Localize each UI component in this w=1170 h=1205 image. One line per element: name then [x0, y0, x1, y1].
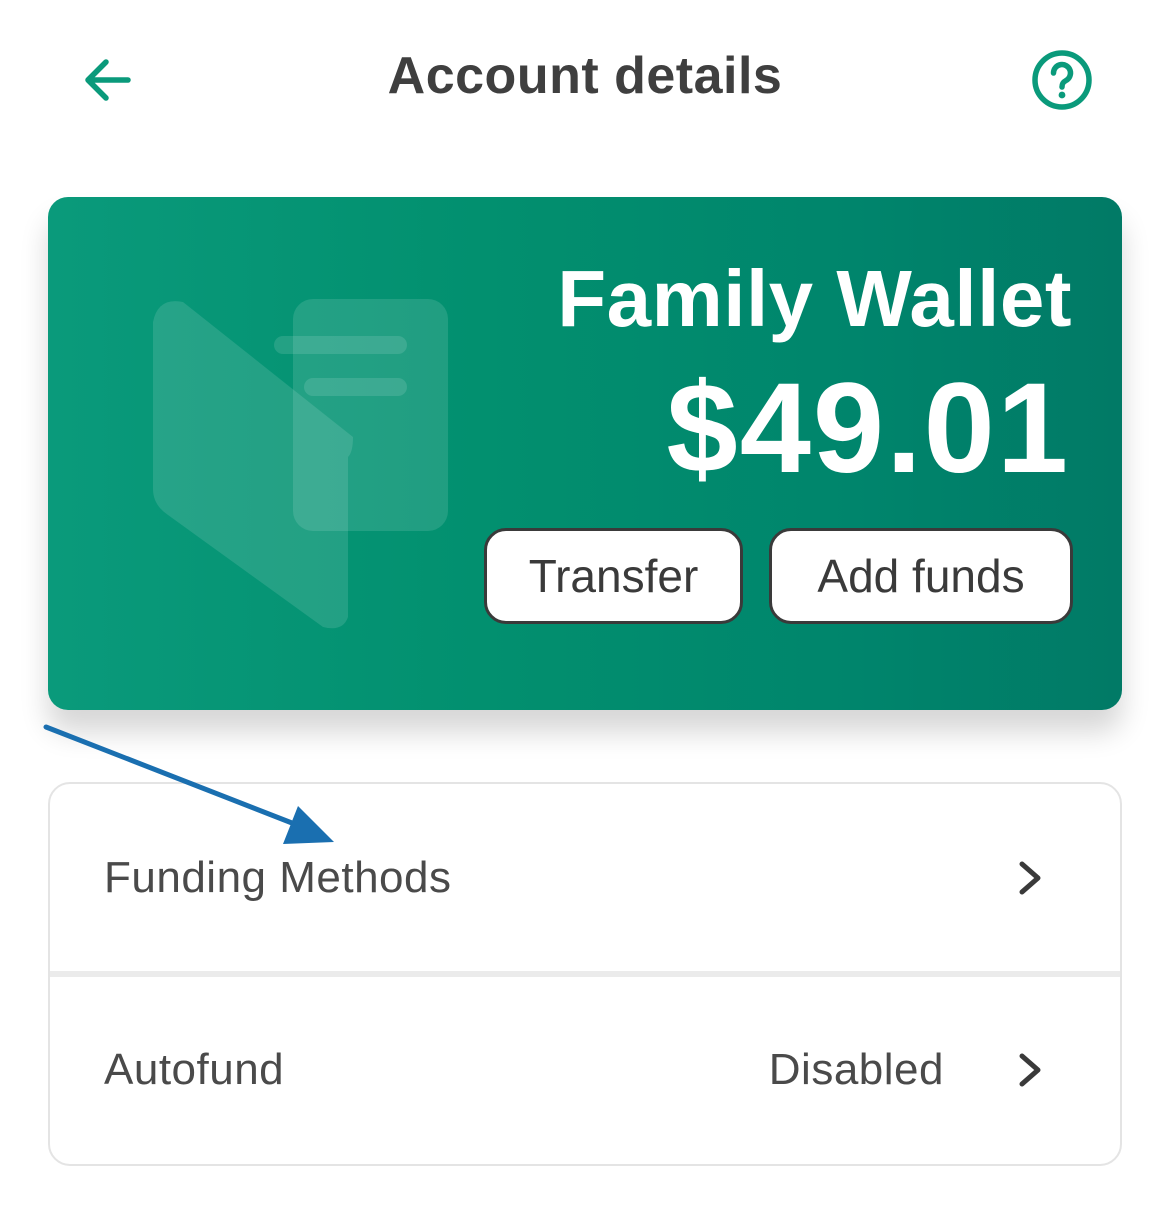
wallet-name: Family Wallet	[557, 254, 1072, 343]
wallet-card: Family Wallet $49.01 Transfer Add funds	[48, 197, 1122, 710]
autofund-label: Autofund	[104, 1045, 285, 1094]
add-funds-button[interactable]: Add funds	[769, 528, 1073, 624]
chevron-right-icon	[1010, 858, 1050, 898]
account-details-screen: Account details Family Wallet $49.01 Tra…	[0, 0, 1170, 1205]
help-button[interactable]	[1026, 44, 1098, 116]
settings-list: Funding Methods Autofund Disabled	[48, 782, 1122, 1166]
funding-methods-row[interactable]: Funding Methods	[50, 784, 1120, 972]
header: Account details	[0, 0, 1170, 160]
transfer-button[interactable]: Transfer	[484, 528, 743, 624]
wallet-icon	[153, 299, 448, 629]
wallet-balance: $49.01	[666, 357, 1070, 500]
page-title: Account details	[387, 47, 783, 105]
question-circle-icon	[1032, 50, 1092, 110]
autofund-row[interactable]: Autofund Disabled	[50, 976, 1120, 1164]
funding-methods-label: Funding Methods	[104, 853, 452, 902]
chevron-right-icon	[1010, 1050, 1050, 1090]
autofund-status: Disabled	[768, 1045, 944, 1094]
